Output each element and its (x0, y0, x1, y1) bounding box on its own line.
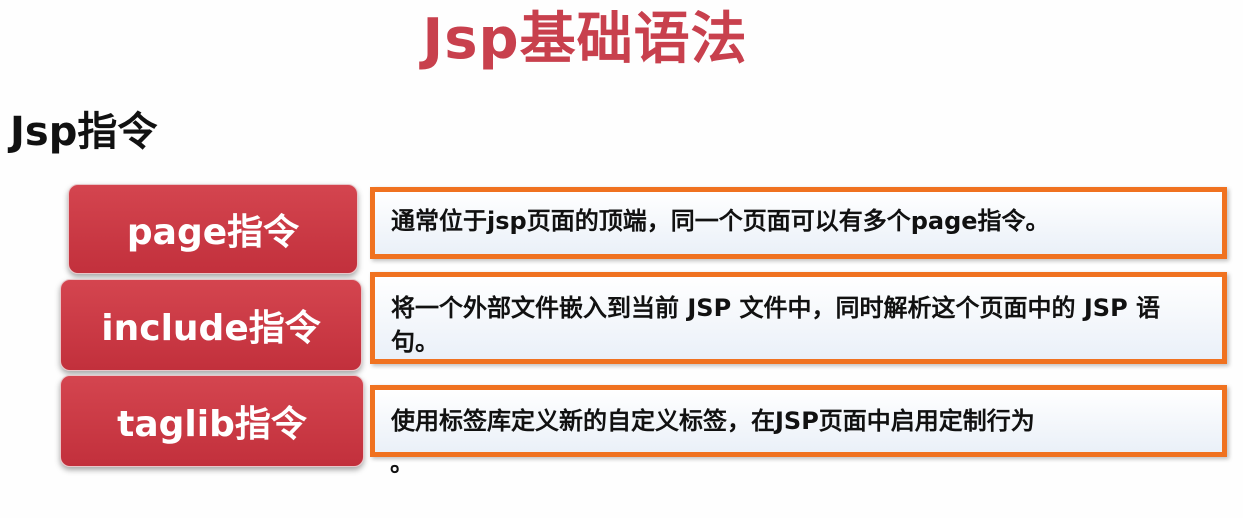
include-directive-description: 将一个外部文件嵌入到当前 JSP 文件中，同时解析这个页面中的 JSP 语句。 (370, 272, 1227, 364)
include-directive-description-text: 将一个外部文件嵌入到当前 JSP 文件中，同时解析这个页面中的 JSP 语句。 (391, 294, 1161, 356)
section-heading: Jsp指令 (10, 109, 158, 155)
taglib-directive-description-text: 使用标签库定义新的自定义标签，在JSP页面中启用定制行为 (391, 407, 1035, 435)
taglib-directive-description: 使用标签库定义新的自定义标签，在JSP页面中启用定制行为 (370, 385, 1227, 457)
page-directive-description: 通常位于jsp页面的顶端，同一个页面可以有多个page指令。 (370, 187, 1227, 259)
include-directive-label: include指令 (60, 279, 362, 371)
taglib-description-overflow: 。 (390, 449, 414, 477)
taglib-directive-label: taglib指令 (60, 375, 364, 467)
page-directive-label: page指令 (68, 184, 358, 274)
page-directive-description-text: 通常位于jsp页面的顶端，同一个页面可以有多个page指令。 (391, 207, 1050, 235)
page-title: Jsp基础语法 (422, 7, 748, 72)
